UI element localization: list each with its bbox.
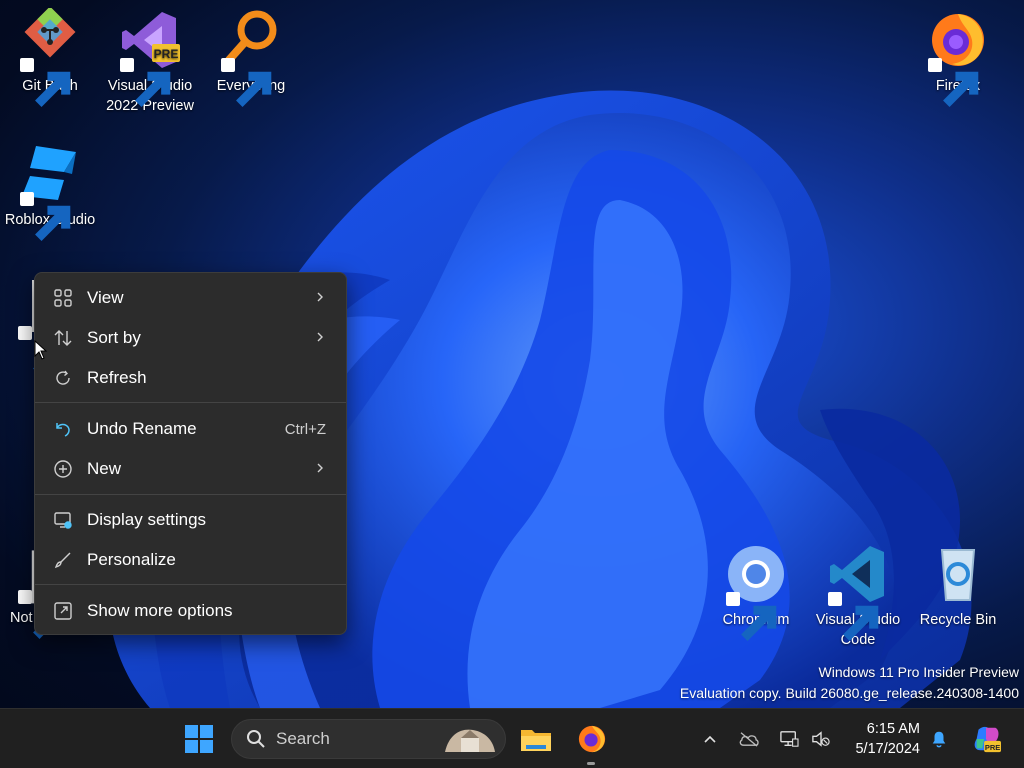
menu-separator [35,494,346,495]
network-status[interactable] [774,723,804,755]
shortcut-arrow-icon [20,192,71,241]
chevron-right-icon [308,288,332,308]
menu-item-label: Display settings [87,510,207,529]
desktop-context-menu: View Sort by Refresh Undo Rename Ctrl+Z … [34,272,347,635]
shortcut-arrow-icon [20,58,71,107]
shortcut-arrow-icon [18,326,69,375]
git-bash-icon [18,6,82,107]
file-explorer-icon [521,730,551,751]
display-settings-icon [39,510,87,530]
taskbar-search[interactable]: Search [231,719,506,759]
search-icon [247,730,265,748]
recycle-bin-icon [926,542,990,606]
grid-view-icon [39,288,87,308]
menu-item-label: View [87,288,124,307]
taskbar-file-explorer[interactable] [514,719,558,759]
watermark-edition: Windows 11 Pro Insider Preview [818,664,1019,680]
taskbar-firefox[interactable] [570,719,614,765]
clock-time: 6:15 AM [866,721,920,737]
copilot-button[interactable]: PRE [966,719,1006,759]
start-button[interactable] [178,719,220,759]
menu-item-shortcut: Ctrl+Z [284,420,326,438]
watermark-build: Evaluation copy. Build 26080.ge_release.… [679,685,1019,701]
chevron-right-icon [308,328,332,348]
onedrive-status[interactable] [734,723,764,755]
menu-item-display-settings[interactable]: Display settings [39,502,342,538]
menu-item-show-more-options[interactable]: Show more options [39,593,342,629]
menu-item-label: Undo Rename [87,419,197,438]
copilot-icon: PRE [974,726,1001,753]
menu-item-label: Personalize [87,550,176,569]
desktop-icon-firefox[interactable]: Firefox [910,8,1006,107]
cloud-offline-icon [739,732,759,747]
shortcut-arrow-icon [726,592,777,641]
menu-item-label: Refresh [87,368,147,387]
shortcut-arrow-icon [120,58,171,107]
mouse-cursor-icon [34,339,48,360]
tray-overflow-button[interactable] [696,723,724,755]
plus-circle-icon [39,459,87,479]
start-icon [185,725,213,753]
running-indicator [587,762,595,765]
menu-separator [35,402,346,403]
visual-studio-icon: PRE [118,8,182,107]
shortcut-arrow-icon [828,592,879,641]
menu-item-label: New [87,459,122,478]
menu-item-view[interactable]: View [39,280,342,316]
desktop-icon-label: Recycle Bin [919,612,997,628]
menu-item-refresh[interactable]: Refresh [39,360,342,396]
desktop-icon-chromium[interactable]: Chromium [708,542,804,641]
taskbar-clock[interactable]: 6:15 AM 5/17/2024 [855,719,920,759]
desktop-icon-everything[interactable]: Everything [203,8,299,107]
shortcut-arrow-icon [928,58,979,107]
menu-item-undo-rename[interactable]: Undo Rename Ctrl+Z [39,411,342,447]
taskbar: Search 6:15 AM 5/17/2024 PRE [0,708,1024,768]
chevron-right-icon [308,459,332,479]
volume-status[interactable] [806,723,836,755]
vscode-icon [826,542,890,641]
menu-separator [35,584,346,585]
roblox-studio-icon [18,142,82,241]
expand-options-icon [39,601,87,621]
search-highlight-icon [445,729,495,752]
desktop-icon-visual-studio[interactable]: PRE Visual Studio 2022 Preview [102,8,198,116]
shortcut-arrow-icon [18,590,69,639]
brush-icon [39,550,87,570]
menu-item-personalize[interactable]: Personalize [39,542,342,578]
undo-icon [39,419,87,439]
notifications-button[interactable] [926,723,952,755]
firefox-icon [578,725,606,753]
network-icon [780,731,799,747]
shortcut-arrow-icon [221,58,272,107]
desktop-icon-recycle-bin[interactable]: Recycle Bin [910,542,1006,630]
svg-text:PRE: PRE [985,743,1000,752]
desktop-icon-vscode[interactable]: Visual Studio Code [810,542,906,650]
chevron-up-icon [704,735,716,743]
bell-icon [932,731,946,748]
clock-date: 5/17/2024 [855,741,920,757]
chromium-icon [724,542,788,641]
firefox-icon [926,8,990,107]
refresh-icon [39,368,87,388]
menu-item-label: Show more options [87,601,233,620]
desktop-icon-roblox-studio[interactable]: Roblox Studio [2,142,98,241]
search-label: Search [276,729,330,748]
everything-search-icon [219,8,283,107]
windows-watermark: Windows 11 Pro Insider Preview Evaluatio… [680,662,1019,704]
desktop-icon-git-bash[interactable]: Git Bash [2,6,98,107]
volume-muted-icon [812,731,830,747]
menu-item-label: Sort by [87,328,141,347]
menu-item-sort-by[interactable]: Sort by [39,320,342,356]
menu-item-new[interactable]: New [39,451,342,487]
